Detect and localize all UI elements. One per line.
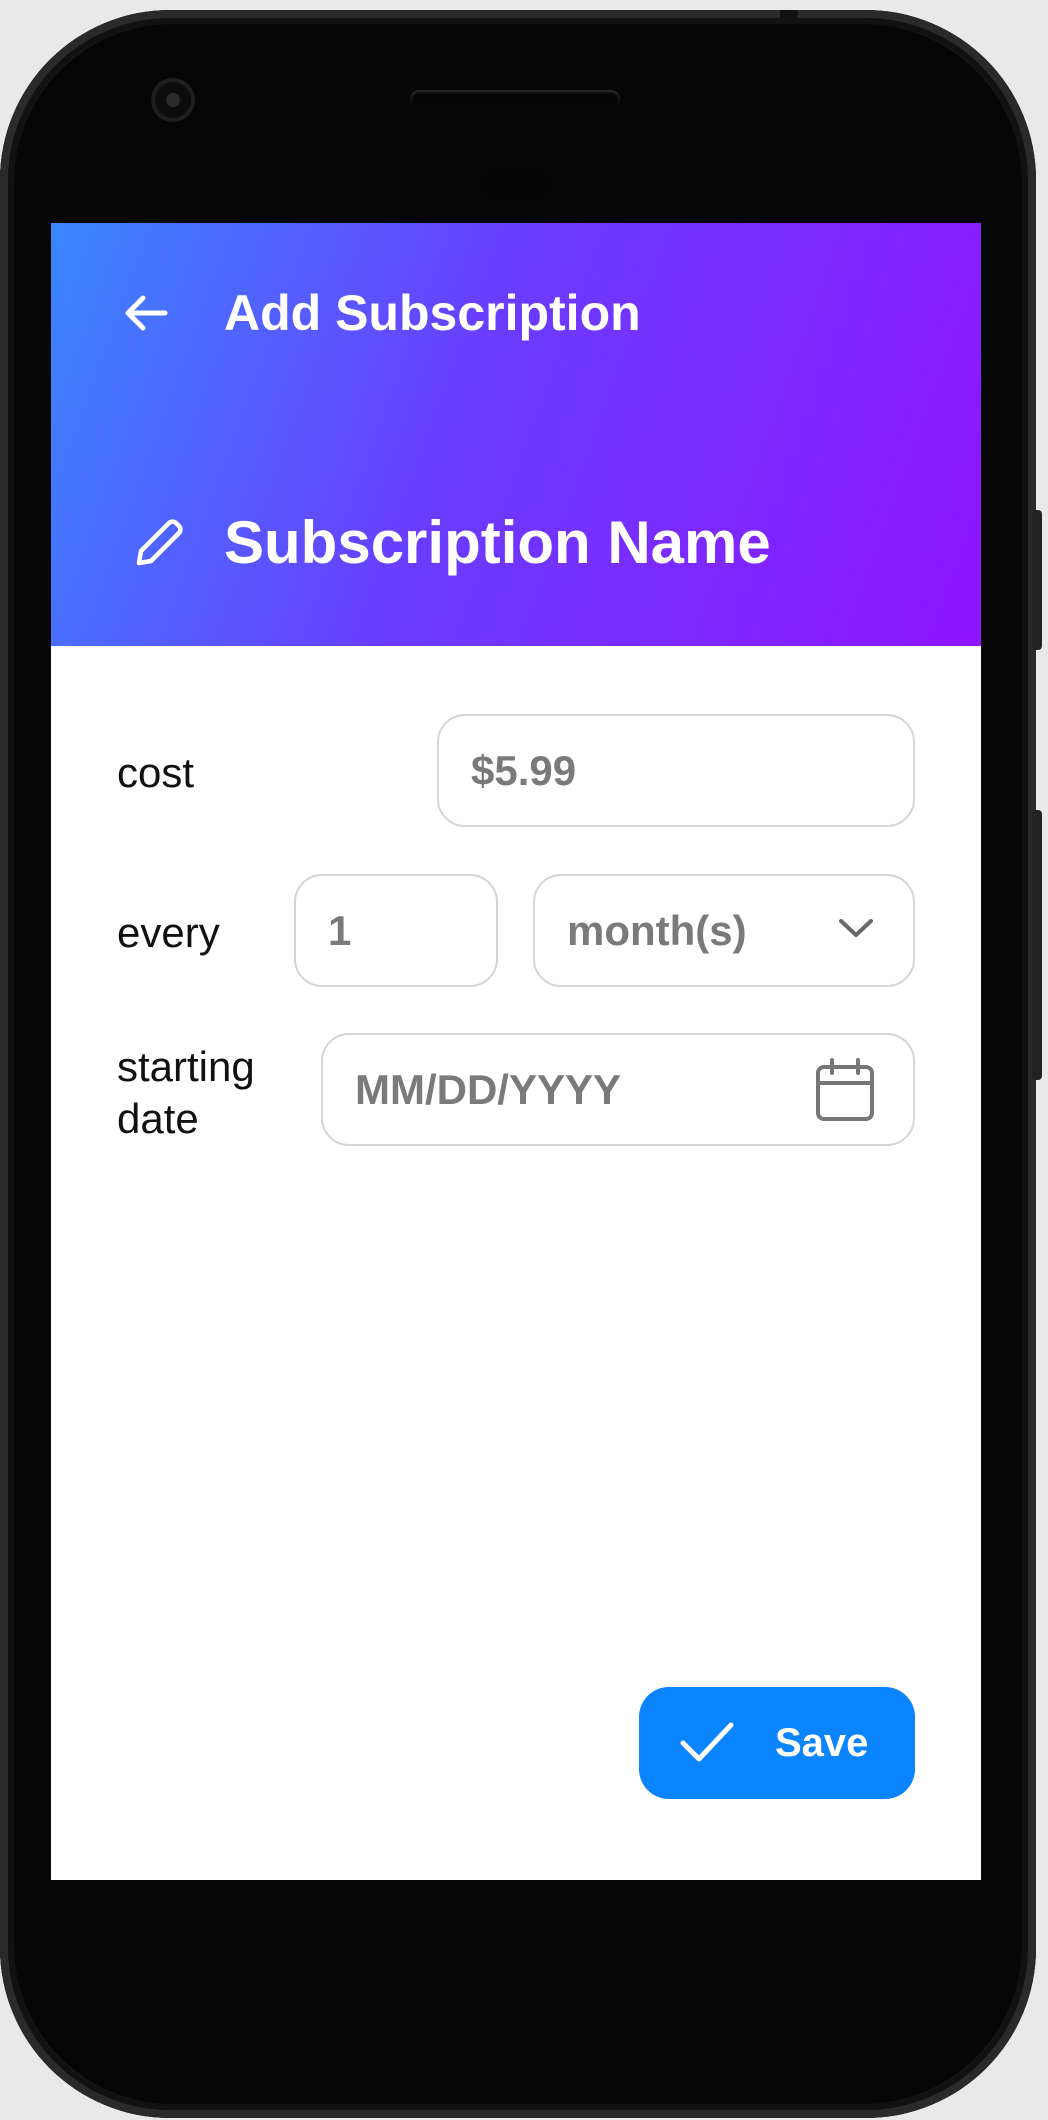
starting-date-label-line2: date <box>117 1095 199 1142</box>
save-button[interactable]: Save <box>639 1687 915 1799</box>
interval-unit-value: month(s) <box>567 906 747 954</box>
save-button-label: Save <box>775 1721 869 1765</box>
power-button <box>1032 810 1042 1080</box>
pencil-icon <box>136 519 183 566</box>
starting-date-placeholder: MM/DD/YYYY <box>355 1065 622 1113</box>
calendar-icon[interactable] <box>815 1057 875 1123</box>
page-title: Add Subscription <box>224 285 641 341</box>
check-icon <box>680 1722 734 1762</box>
earpiece-speaker <box>410 90 620 108</box>
starting-date-input[interactable]: MM/DD/YYYY <box>321 1033 915 1146</box>
chevron-down-icon <box>839 919 873 937</box>
every-label: every <box>117 909 220 956</box>
proximity-sensor <box>480 170 552 200</box>
front-camera <box>155 82 191 118</box>
cost-label: cost <box>117 749 195 796</box>
interval-count-value: 1 <box>328 906 352 954</box>
interval-count-input[interactable]: 1 <box>294 874 498 987</box>
arrow-left-icon <box>125 295 168 331</box>
app-screen: Add Subscription Subscription Name cost … <box>51 223 981 1880</box>
interval-unit-select[interactable]: month(s) <box>533 874 915 987</box>
top-button <box>780 10 798 24</box>
edit-name-button[interactable] <box>131 513 187 569</box>
starting-date-label-line1: starting <box>117 1043 255 1090</box>
back-button[interactable] <box>121 287 173 339</box>
cost-input[interactable]: $5.99 <box>437 714 915 827</box>
cost-value: $5.99 <box>471 746 577 794</box>
app-header: Add Subscription Subscription Name <box>51 223 981 646</box>
subscription-name[interactable]: Subscription Name <box>224 503 771 583</box>
volume-button <box>1032 510 1042 650</box>
